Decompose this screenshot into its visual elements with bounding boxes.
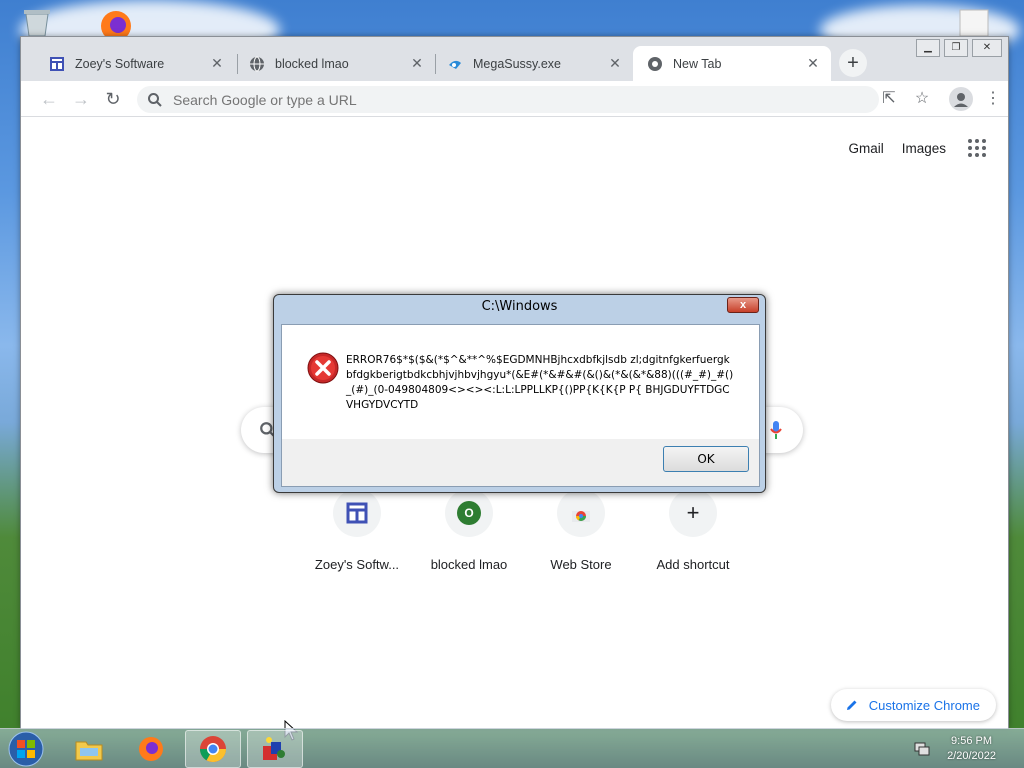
taskbar: 9:56 PM 2/20/2022 bbox=[0, 728, 1024, 768]
dashboard-icon bbox=[50, 56, 64, 71]
customize-label: Customize Chrome bbox=[868, 697, 980, 713]
omnibox[interactable] bbox=[137, 86, 879, 113]
tab-title: New Tab bbox=[673, 56, 722, 71]
browser-toolbar: ← → ↻ ⇱ ☆ ⋮ bbox=[21, 81, 1008, 117]
clock-time: 9:56 PM bbox=[951, 735, 993, 747]
tab-blocked-lmao[interactable]: blocked lmao ✕ bbox=[235, 46, 435, 81]
chrome-icon bbox=[648, 56, 662, 71]
start-button[interactable] bbox=[6, 730, 46, 768]
error-message: ERROR76$*$($&(*$^&**^%$EGDMNHBjhcxdbfkjl… bbox=[346, 354, 734, 411]
clock-date: 2/20/2022 bbox=[947, 750, 996, 762]
images-link[interactable]: Images bbox=[902, 141, 946, 156]
error-dialog: C:\Windows x ERROR76$*$($&(*$^&**^%$EGDM… bbox=[273, 294, 766, 493]
forward-arrow-icon[interactable]: → bbox=[69, 87, 93, 111]
chrome-web-store-icon bbox=[572, 511, 590, 522]
share-icon[interactable]: ⇱ bbox=[877, 87, 901, 111]
minimize-button[interactable]: ▁ bbox=[916, 39, 940, 57]
shortcut-tile bbox=[557, 489, 605, 537]
tab-new-tab[interactable]: New Tab ✕ bbox=[633, 46, 831, 81]
close-icon[interactable]: ✕ bbox=[607, 55, 623, 72]
top-links: Gmail Images bbox=[830, 139, 986, 157]
restore-button[interactable]: ❐ bbox=[944, 39, 968, 57]
shortcuts-row: Zoey's Softw... O blocked lmao Web Store… bbox=[301, 489, 749, 572]
shortcut-tile bbox=[333, 489, 381, 537]
bookmark-star-icon[interactable]: ☆ bbox=[910, 87, 934, 111]
back-arrow-icon[interactable]: ← bbox=[37, 87, 61, 111]
close-icon[interactable]: ✕ bbox=[209, 55, 225, 72]
network-icon[interactable] bbox=[914, 741, 930, 757]
taskbar-app[interactable] bbox=[247, 730, 303, 768]
microphone-icon[interactable] bbox=[769, 420, 783, 440]
dashboard-icon bbox=[346, 502, 368, 524]
taskbar-chrome[interactable] bbox=[185, 730, 241, 768]
tab-title: Zoey's Software bbox=[75, 56, 165, 71]
error-icon bbox=[307, 352, 339, 384]
gitpod-icon bbox=[449, 60, 461, 69]
omnibox-input[interactable] bbox=[173, 91, 853, 108]
tab-megasussy[interactable]: MegaSussy.exe ✕ bbox=[433, 46, 633, 81]
window-close-button[interactable]: ✕ bbox=[972, 39, 1002, 57]
shortcut-tile: O bbox=[445, 489, 493, 537]
profile-avatar-icon[interactable] bbox=[949, 87, 973, 111]
shapes-app-icon bbox=[263, 737, 285, 760]
shortcut-label: blocked lmao bbox=[430, 557, 508, 572]
close-icon[interactable]: ✕ bbox=[805, 55, 821, 72]
reload-icon[interactable]: ↻ bbox=[101, 87, 125, 111]
gmail-link[interactable]: Gmail bbox=[848, 141, 883, 156]
dialog-close-button[interactable]: x bbox=[727, 297, 759, 313]
tab-title: blocked lmao bbox=[275, 56, 349, 71]
search-icon bbox=[148, 92, 162, 107]
kebab-menu-icon[interactable]: ⋮ bbox=[981, 87, 1005, 111]
add-shortcut-button[interactable]: + Add shortcut bbox=[637, 489, 749, 572]
shortcut-label: Web Store bbox=[550, 557, 612, 572]
firefox-icon bbox=[139, 737, 163, 761]
taskbar-explorer[interactable] bbox=[61, 730, 117, 768]
dialog-title: C:\Windows bbox=[481, 299, 558, 314]
pencil-icon bbox=[846, 700, 857, 710]
clock[interactable]: 9:56 PM 2/20/2022 bbox=[947, 734, 996, 764]
shortcut-web-store[interactable]: Web Store bbox=[525, 489, 637, 572]
tab-zoeys-software[interactable]: Zoey's Software ✕ bbox=[35, 46, 235, 81]
tab-title: MegaSussy.exe bbox=[473, 56, 562, 71]
customize-chrome-button[interactable]: Customize Chrome bbox=[830, 689, 996, 721]
ok-button[interactable]: OK bbox=[663, 446, 749, 472]
apps-grid-icon[interactable] bbox=[968, 139, 986, 157]
folder-icon bbox=[75, 741, 103, 761]
chrome-icon bbox=[199, 736, 227, 763]
close-icon[interactable]: ✕ bbox=[409, 55, 425, 72]
shortcut-label: Add shortcut bbox=[656, 557, 730, 572]
shortcut-zoeys-software[interactable]: Zoey's Softw... bbox=[301, 489, 413, 572]
globe-icon bbox=[250, 56, 264, 71]
dialog-body: ERROR76$*$($&(*$^&**^%$EGDMNHBjhcxdbfkjl… bbox=[281, 324, 760, 487]
plus-icon: + bbox=[669, 489, 717, 537]
letter-avatar-icon: O bbox=[457, 501, 481, 525]
taskbar-firefox[interactable] bbox=[123, 730, 179, 768]
new-tab-button[interactable]: + bbox=[839, 49, 867, 77]
shortcut-label: Zoey's Softw... bbox=[314, 557, 400, 572]
tab-strip: Zoey's Software ✕ blocked lmao ✕ MegaSus… bbox=[21, 37, 1008, 81]
shortcut-blocked-lmao[interactable]: O blocked lmao bbox=[413, 489, 525, 572]
dialog-content: ERROR76$*$($&(*$^&**^%$EGDMNHBjhcxdbfkjl… bbox=[282, 325, 759, 439]
